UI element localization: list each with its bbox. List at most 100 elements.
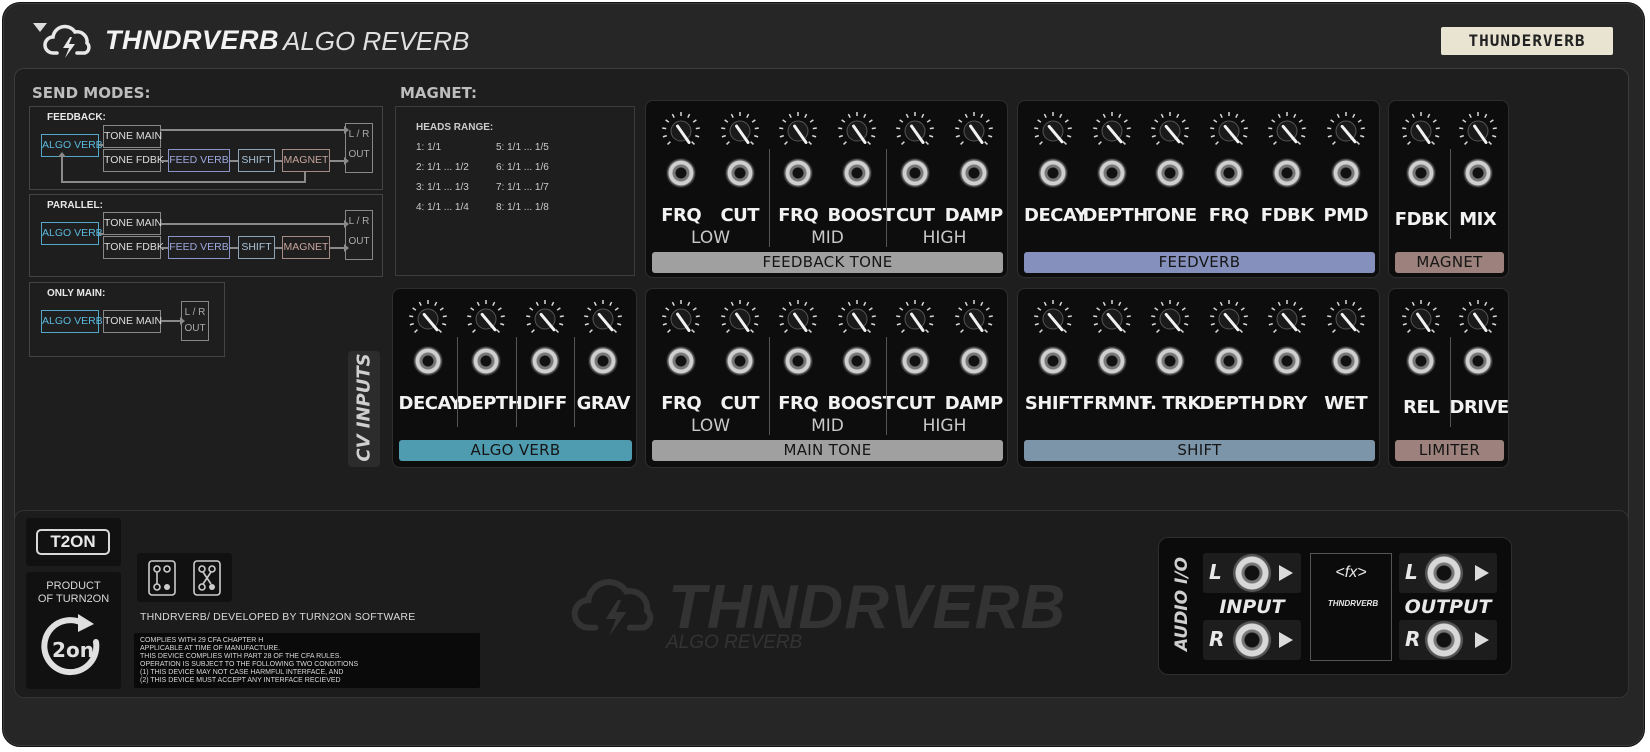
band-label: MID <box>811 228 844 248</box>
cv-jack[interactable] <box>1039 159 1068 187</box>
cv-jack[interactable] <box>842 347 871 375</box>
output-right-row: R <box>1399 620 1497 660</box>
arrow-right-icon <box>1475 565 1489 581</box>
param-label: TONE <box>1143 205 1197 226</box>
drag-cross-icon <box>193 560 221 596</box>
param-label: MIX <box>1459 209 1497 230</box>
watermark: THNDRVERB ALGO REVERB <box>570 570 1090 660</box>
legal-line: COMPLIES WITH 29 CFA CHAPTER H <box>140 637 264 644</box>
band-label: HIGH <box>922 416 967 436</box>
watermark-subtitle: ALGO REVERB <box>666 632 803 653</box>
param-label: FRQ <box>778 205 819 226</box>
cv-jack[interactable] <box>1214 159 1243 187</box>
legal-line: THIS DEVICE COMPLIES WITH PART 28 OF THE… <box>140 653 342 660</box>
knob-cut[interactable] <box>895 111 935 151</box>
output-right-jack[interactable] <box>1425 621 1463 659</box>
cv-jack[interactable] <box>784 347 813 375</box>
knob-damp[interactable] <box>954 111 994 151</box>
developed-by: THNDRVERB/ DEVELOPED BY TURN2ON SOFTWARE <box>140 611 416 623</box>
cv-inputs-label: CV INPUTS <box>348 351 380 467</box>
cv-jack[interactable] <box>784 159 813 187</box>
cv-jack[interactable] <box>725 347 754 375</box>
knob-tone[interactable] <box>1150 111 1190 151</box>
output-left-jack[interactable] <box>1425 554 1463 592</box>
node-tone-main: TONE MAIN <box>103 125 162 148</box>
knob-frmnt[interactable] <box>1092 299 1132 339</box>
knob-rel[interactable] <box>1401 299 1441 339</box>
knob-frq[interactable] <box>778 111 818 151</box>
cv-jack[interactable] <box>1407 347 1436 375</box>
route-parallel-title: PARALLEL: <box>47 200 103 211</box>
cv-jack[interactable] <box>959 347 988 375</box>
knob-diff[interactable] <box>525 299 565 339</box>
knob-frq[interactable] <box>661 299 701 339</box>
param-label: REL <box>1403 397 1440 418</box>
input-right-jack[interactable] <box>1233 621 1271 659</box>
knob-cut[interactable] <box>895 299 935 339</box>
product-logo-text: 2on <box>52 638 94 662</box>
channel-label: L <box>1209 560 1222 584</box>
knob-drive[interactable] <box>1458 299 1498 339</box>
cv-jack[interactable] <box>530 347 559 375</box>
knob-cut[interactable] <box>720 111 760 151</box>
knob-boost[interactable] <box>837 299 877 339</box>
cv-jack[interactable] <box>1407 159 1436 187</box>
knob-frq[interactable] <box>661 111 701 151</box>
cv-jack[interactable] <box>667 347 696 375</box>
cv-jack[interactable] <box>589 347 618 375</box>
input-left-jack[interactable] <box>1233 554 1271 592</box>
node-lr-label: L / R <box>184 307 206 318</box>
cv-jack[interactable] <box>667 159 696 187</box>
cv-jack[interactable] <box>1214 347 1243 375</box>
cv-jack[interactable] <box>1463 159 1492 187</box>
cv-jack[interactable] <box>901 347 930 375</box>
knob-ftrk[interactable] <box>1150 299 1190 339</box>
cv-jack[interactable] <box>725 159 754 187</box>
knob-frq[interactable] <box>778 299 818 339</box>
cv-jack[interactable] <box>1097 159 1126 187</box>
knob-fdbk[interactable] <box>1267 111 1307 151</box>
knob-wet[interactable] <box>1326 299 1366 339</box>
knob-pmd[interactable] <box>1326 111 1366 151</box>
module-name-strip: ALGO VERB <box>399 440 632 461</box>
audio-io-text: AUDIO I/O <box>1172 557 1192 651</box>
cv-jack[interactable] <box>1097 347 1126 375</box>
cv-jack[interactable] <box>901 159 930 187</box>
send-modes-title: SEND MODES: <box>32 84 151 102</box>
arrow-right-icon <box>1279 632 1293 648</box>
cv-jack[interactable] <box>959 159 988 187</box>
knob-grav[interactable] <box>583 299 623 339</box>
cv-jack[interactable] <box>1331 159 1360 187</box>
knob-fdbk[interactable] <box>1401 111 1441 151</box>
cv-jack[interactable] <box>1273 347 1302 375</box>
output-left-row: L <box>1399 553 1497 593</box>
knob-depth[interactable] <box>1092 111 1132 151</box>
cv-jack[interactable] <box>1463 347 1492 375</box>
knob-damp[interactable] <box>954 299 994 339</box>
knob-cut[interactable] <box>720 299 760 339</box>
node-algo-verb: ALGO VERB <box>41 310 103 333</box>
knob-decay[interactable] <box>1033 111 1073 151</box>
knob-mix[interactable] <box>1458 111 1498 151</box>
knob-decay[interactable] <box>408 299 448 339</box>
knob-depth[interactable] <box>1209 299 1249 339</box>
module-shift: SHIFT FRMNT F. TRK DEPTH DRY WET SHIFT <box>1017 288 1380 468</box>
cv-jack[interactable] <box>1156 347 1185 375</box>
knob-depth[interactable] <box>466 299 506 339</box>
knob-boost[interactable] <box>837 111 877 151</box>
param-label: DAMP <box>944 393 1003 414</box>
knob-shift[interactable] <box>1033 299 1073 339</box>
cv-jack[interactable] <box>1273 159 1302 187</box>
cv-jack[interactable] <box>1156 159 1185 187</box>
knob-dry[interactable] <box>1267 299 1307 339</box>
cv-jack[interactable] <box>472 347 501 375</box>
cv-jack[interactable] <box>1039 347 1068 375</box>
knob-frq[interactable] <box>1209 111 1249 151</box>
cv-jack[interactable] <box>1331 347 1360 375</box>
cv-jack[interactable] <box>842 159 871 187</box>
cv-jack[interactable] <box>413 347 442 375</box>
param-label: DIFF <box>522 393 568 414</box>
fx-text: <fx> <box>1335 564 1367 581</box>
arrow-right-icon <box>1279 565 1293 581</box>
app-subtitle: ALGO REVERB <box>283 26 470 56</box>
